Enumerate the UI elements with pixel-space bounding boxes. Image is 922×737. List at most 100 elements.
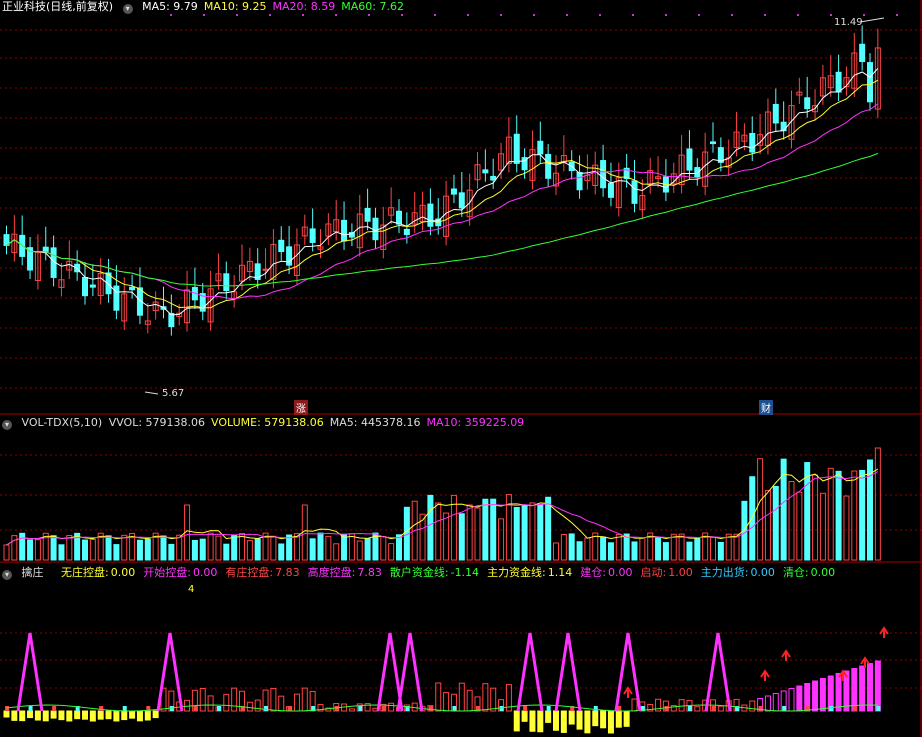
price-panel[interactable]: 正业科技(日线,前复权) ▾ MA5: 9.79 MA10: 9.25 MA20: … (0, 0, 922, 415)
volume-bar (584, 537, 591, 561)
volume-bar (812, 474, 819, 561)
indicator-bar (278, 695, 285, 712)
indicator-bar (231, 687, 238, 712)
indRow-item-8: 主力出货: 0.00 (700, 566, 775, 579)
volume-bar (788, 480, 795, 561)
volume-bar (34, 539, 41, 561)
chevron-down-icon[interactable]: ▾ (122, 4, 133, 14)
top-marker-dot (401, 14, 403, 16)
indicator-bar (537, 710, 544, 733)
control-spike (16, 632, 44, 712)
indicator-bar (545, 710, 552, 723)
maRow-item-0: MA5: 9.79 (142, 0, 198, 13)
volume-bar (388, 543, 395, 561)
top-marker-dot (698, 14, 700, 16)
indicator-small-bar (711, 706, 716, 711)
top-marker-dot (533, 14, 535, 16)
limit-up-badge[interactable]: 涨 (294, 400, 308, 415)
indicator-bar (82, 710, 88, 720)
volume-bar (655, 536, 662, 561)
maRow-item-3: MA60: 7.62 (341, 0, 404, 13)
chevron-down-icon[interactable]: ▾ (2, 570, 12, 580)
volRow-item-2: MA5: 445378.16 (329, 416, 421, 429)
control-spike (704, 632, 732, 712)
candle-body (396, 210, 402, 225)
top-marker-dot (467, 14, 469, 16)
maRow-item-1: MA10: 9.25 (203, 0, 267, 13)
volume-bar (600, 536, 607, 561)
volume-bar (348, 533, 355, 561)
volume-bar (796, 491, 803, 561)
indicator-bar (513, 710, 520, 732)
indicator-bar (600, 710, 607, 729)
indicator-small-bar (5, 706, 9, 711)
signal-arrow-icon (623, 686, 633, 698)
volume-bar (859, 469, 866, 561)
volume-bar (356, 540, 363, 561)
indicator-sub-value: 4 (188, 584, 195, 595)
volume-bar (819, 492, 826, 561)
indicator-bar (50, 710, 57, 719)
volume-title[interactable]: VOL-TDX(5,10) (22, 416, 103, 429)
volume-bar (568, 533, 575, 561)
indRow-item-1: 开始控盘: 0.00 (143, 566, 218, 579)
top-marker-dot (170, 14, 172, 16)
indicator-bar (576, 710, 583, 730)
volume-bar (874, 447, 881, 561)
candle-body (42, 246, 49, 252)
candle-body (859, 43, 866, 63)
indicator-bar (749, 700, 756, 712)
volume-bar (553, 542, 559, 561)
candle-body (749, 132, 756, 153)
volume-bar (576, 541, 583, 561)
volume-bar (270, 535, 277, 561)
indicator-small-bar (99, 706, 104, 711)
indicator-legend: 无庄控盘: 0.00 开始控盘: 0.00 有庄控盘: 7.83 高度控盘: 7.83 散户资金… (61, 566, 843, 579)
indicator-bar (827, 675, 834, 712)
indicator-panel[interactable]: ▾ 擒庄 无庄控盘: 0.00 开始控盘: 0.00 有庄控盘: 7.83 高度控盘: 7.8… (0, 563, 922, 737)
indicator-title[interactable]: 擒庄 (22, 566, 44, 579)
chevron-down-icon[interactable]: ▾ (2, 420, 12, 430)
volume-bar (89, 539, 96, 561)
volume-bar (309, 538, 316, 561)
candle-body (427, 203, 434, 227)
top-marker-dot (368, 14, 370, 16)
volume-bar (19, 532, 26, 561)
indicator-bar (301, 687, 308, 712)
finance-badge[interactable]: 财 (759, 400, 773, 415)
volume-bar (66, 534, 73, 561)
volume-bar (741, 500, 748, 561)
volume-chart[interactable] (0, 415, 922, 563)
indicator-bar (764, 695, 771, 712)
volume-bar (458, 513, 465, 561)
indicator-bar (812, 680, 819, 712)
indicator-bar (529, 710, 536, 732)
top-marker-dot (434, 14, 436, 16)
volRow-item-3: MA10: 359225.09 (426, 416, 525, 429)
indicator-bar (129, 710, 136, 719)
top-marker-dot (764, 14, 766, 16)
control-spike (516, 632, 544, 712)
price-chart[interactable] (0, 0, 922, 415)
indicator-chart[interactable] (0, 563, 922, 737)
indicator-bar (772, 693, 779, 712)
indicator-bar (293, 693, 300, 712)
volume-legend: VVOL: 579138.06 VOLUME: 579138.06 MA5: 445… (109, 416, 531, 429)
volume-bar (160, 535, 167, 561)
volume-bar (607, 542, 614, 561)
volume-bar (27, 539, 34, 561)
indicator-bar (466, 689, 473, 712)
indicator-bar (58, 710, 65, 721)
indicator-small-bar (358, 706, 363, 711)
volume-bar (278, 543, 285, 561)
signal-arrow-icon (879, 626, 889, 638)
indicator-bar (435, 682, 442, 712)
volume-panel[interactable]: ▾ VOL-TDX(5,10) VVOL: 579138.06 VOLUME: 5… (0, 415, 922, 563)
indicator-bar (819, 678, 826, 712)
volume-bar (325, 535, 332, 561)
volume-bar (50, 535, 57, 561)
indicator-small-bar (52, 706, 57, 711)
volume-bar (176, 534, 183, 561)
stock-title[interactable]: 正业科技(日线,前复权) (2, 0, 113, 13)
candle-body (686, 148, 693, 171)
